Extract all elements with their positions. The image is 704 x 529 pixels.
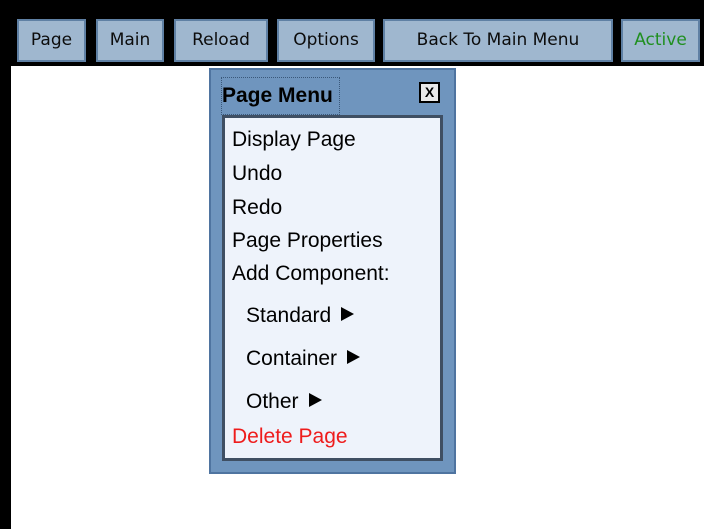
tab-active[interactable]: Active	[621, 19, 700, 62]
triangle-right-icon	[308, 393, 322, 408]
tab-options[interactable]: Options	[277, 19, 375, 62]
page-menu-list: Display Page Undo Redo Page Properties A…	[222, 115, 443, 461]
submenu-container-label: Container	[246, 347, 338, 370]
menu-item-delete-page[interactable]: Delete Page	[232, 424, 348, 450]
tab-page[interactable]: Page	[17, 19, 86, 62]
add-component-heading: Add Component:	[232, 262, 390, 285]
page-menu-panel: Page Menu X Display Page Undo Redo Page …	[209, 68, 456, 474]
top-toolbar: Page Main Reload Options Back To Main Me…	[0, 0, 704, 66]
menu-item-display-page[interactable]: Display Page	[232, 127, 356, 153]
tab-reload[interactable]: Reload	[174, 19, 268, 62]
tab-main[interactable]: Main	[96, 19, 164, 62]
page-menu-title: Page Menu	[221, 77, 340, 115]
triangle-right-icon	[341, 307, 355, 322]
close-button[interactable]: X	[419, 82, 440, 103]
menu-item-redo[interactable]: Redo	[232, 195, 282, 221]
menu-item-undo[interactable]: Undo	[232, 161, 282, 187]
submenu-other[interactable]: Other	[246, 389, 322, 415]
tab-back-to-main-menu[interactable]: Back To Main Menu	[383, 19, 613, 62]
menu-item-page-properties[interactable]: Page Properties	[232, 228, 383, 254]
submenu-container[interactable]: Container	[246, 346, 361, 372]
submenu-other-label: Other	[246, 390, 299, 413]
triangle-right-icon	[347, 350, 361, 365]
submenu-standard-label: Standard	[246, 304, 332, 327]
submenu-standard[interactable]: Standard	[246, 303, 355, 329]
